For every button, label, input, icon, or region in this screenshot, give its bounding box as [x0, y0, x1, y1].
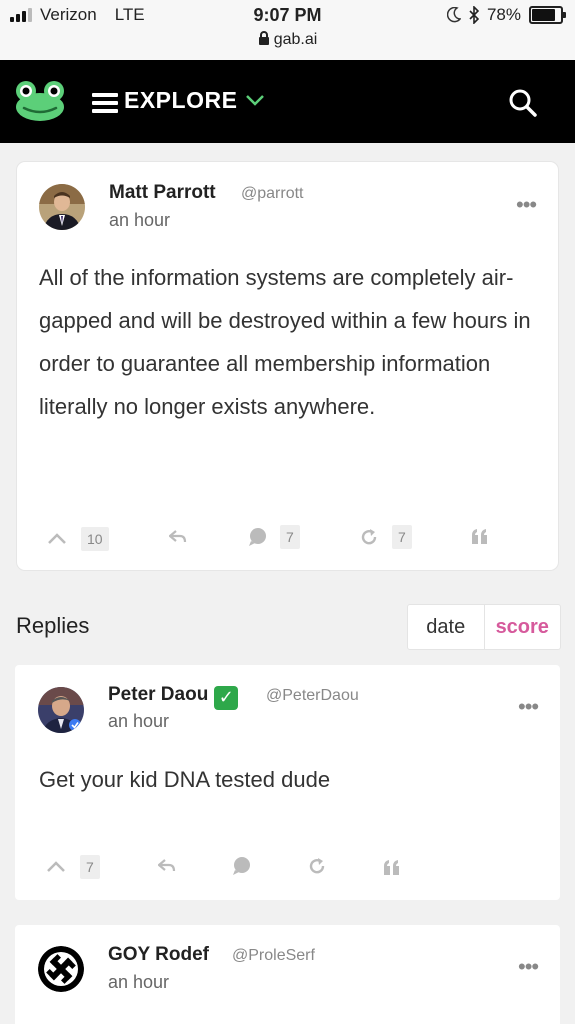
post-body: All of the information systems are compl… — [39, 265, 531, 419]
author-handle[interactable]: @PeterDaou — [266, 687, 359, 705]
more-icon[interactable]: ••• — [516, 194, 537, 216]
status-bar: Verizon LTE 9:07 PM gab.ai 78% — [0, 0, 575, 60]
comment-button[interactable]: 7 — [248, 525, 300, 549]
comment-icon — [233, 857, 250, 875]
top-navigation: EXPLORE — [0, 60, 575, 143]
author-handle[interactable]: @ProleSerf — [232, 947, 315, 965]
verified-check-icon: ✓ — [214, 685, 239, 710]
explore-menu-label[interactable]: EXPLORE — [124, 87, 237, 114]
battery-percent: 78% — [486, 5, 521, 24]
chevron-down-icon[interactable] — [245, 93, 265, 107]
quote-button[interactable] — [471, 528, 489, 544]
sort-date-button[interactable]: date — [408, 605, 485, 649]
reply-icon — [158, 859, 176, 872]
sort-score-button[interactable]: score — [485, 605, 561, 649]
sort-toggle: date score — [407, 604, 561, 650]
comment-count: 7 — [280, 525, 300, 549]
main-post-card[interactable]: Matt Parrott @parrott an hour ••• All of… — [17, 162, 558, 570]
reply-button[interactable] — [169, 530, 187, 544]
avatar[interactable] — [39, 184, 85, 230]
repost-count: 7 — [392, 525, 412, 549]
repost-icon — [309, 858, 325, 874]
quote-icon — [472, 529, 487, 544]
upvote-count: 10 — [81, 527, 109, 551]
quote-icon — [384, 860, 399, 875]
author-name[interactable]: GOY Rodef — [108, 944, 209, 966]
comment-button[interactable] — [232, 856, 252, 876]
more-icon[interactable]: ••• — [518, 696, 539, 718]
replies-heading: Replies — [16, 613, 90, 638]
author-name[interactable]: Peter Daou ✓ — [108, 684, 239, 710]
reply-body: Get your kid DNA tested dude — [39, 767, 331, 792]
author-name[interactable]: Matt Parrott — [109, 182, 216, 204]
upvote-icon — [47, 861, 65, 872]
battery-icon — [529, 6, 566, 24]
gab-frog-logo[interactable] — [14, 80, 66, 122]
moon-icon — [446, 7, 461, 23]
quote-button[interactable] — [383, 859, 401, 875]
comment-icon — [249, 528, 266, 546]
repost-button[interactable] — [308, 857, 326, 875]
reply-button[interactable] — [158, 859, 176, 873]
upvote-count: 7 — [80, 855, 100, 879]
reply-card[interactable]: Peter Daou ✓ @PeterDaou an hour ••• Get y… — [15, 665, 560, 900]
reply-icon — [169, 530, 187, 543]
url-bar[interactable]: gab.ai — [0, 31, 575, 49]
repost-icon — [361, 529, 377, 545]
author-handle[interactable]: @parrott — [241, 185, 303, 203]
avatar[interactable] — [38, 687, 84, 733]
repost-button[interactable]: 7 — [360, 525, 412, 549]
reply-time[interactable]: an hour — [108, 711, 169, 732]
upvote-icon — [48, 533, 66, 544]
search-icon[interactable] — [508, 88, 538, 118]
more-icon[interactable]: ••• — [518, 956, 539, 978]
upvote-button[interactable]: 7 — [46, 855, 100, 879]
post-time[interactable]: an hour — [109, 210, 170, 231]
lock-icon — [258, 31, 269, 45]
status-right: 78% — [446, 5, 566, 25]
avatar[interactable] — [38, 946, 84, 992]
url-text: gab.ai — [273, 31, 318, 48]
hamburger-icon[interactable] — [92, 92, 118, 114]
reply-time[interactable]: an hour — [108, 972, 169, 993]
bluetooth-icon — [469, 6, 479, 24]
reply-card[interactable]: GOY Rodef @ProleSerf an hour ••• — [15, 925, 560, 1024]
author-name-text: Peter Daou — [108, 684, 209, 705]
upvote-button[interactable]: 10 — [47, 527, 109, 551]
